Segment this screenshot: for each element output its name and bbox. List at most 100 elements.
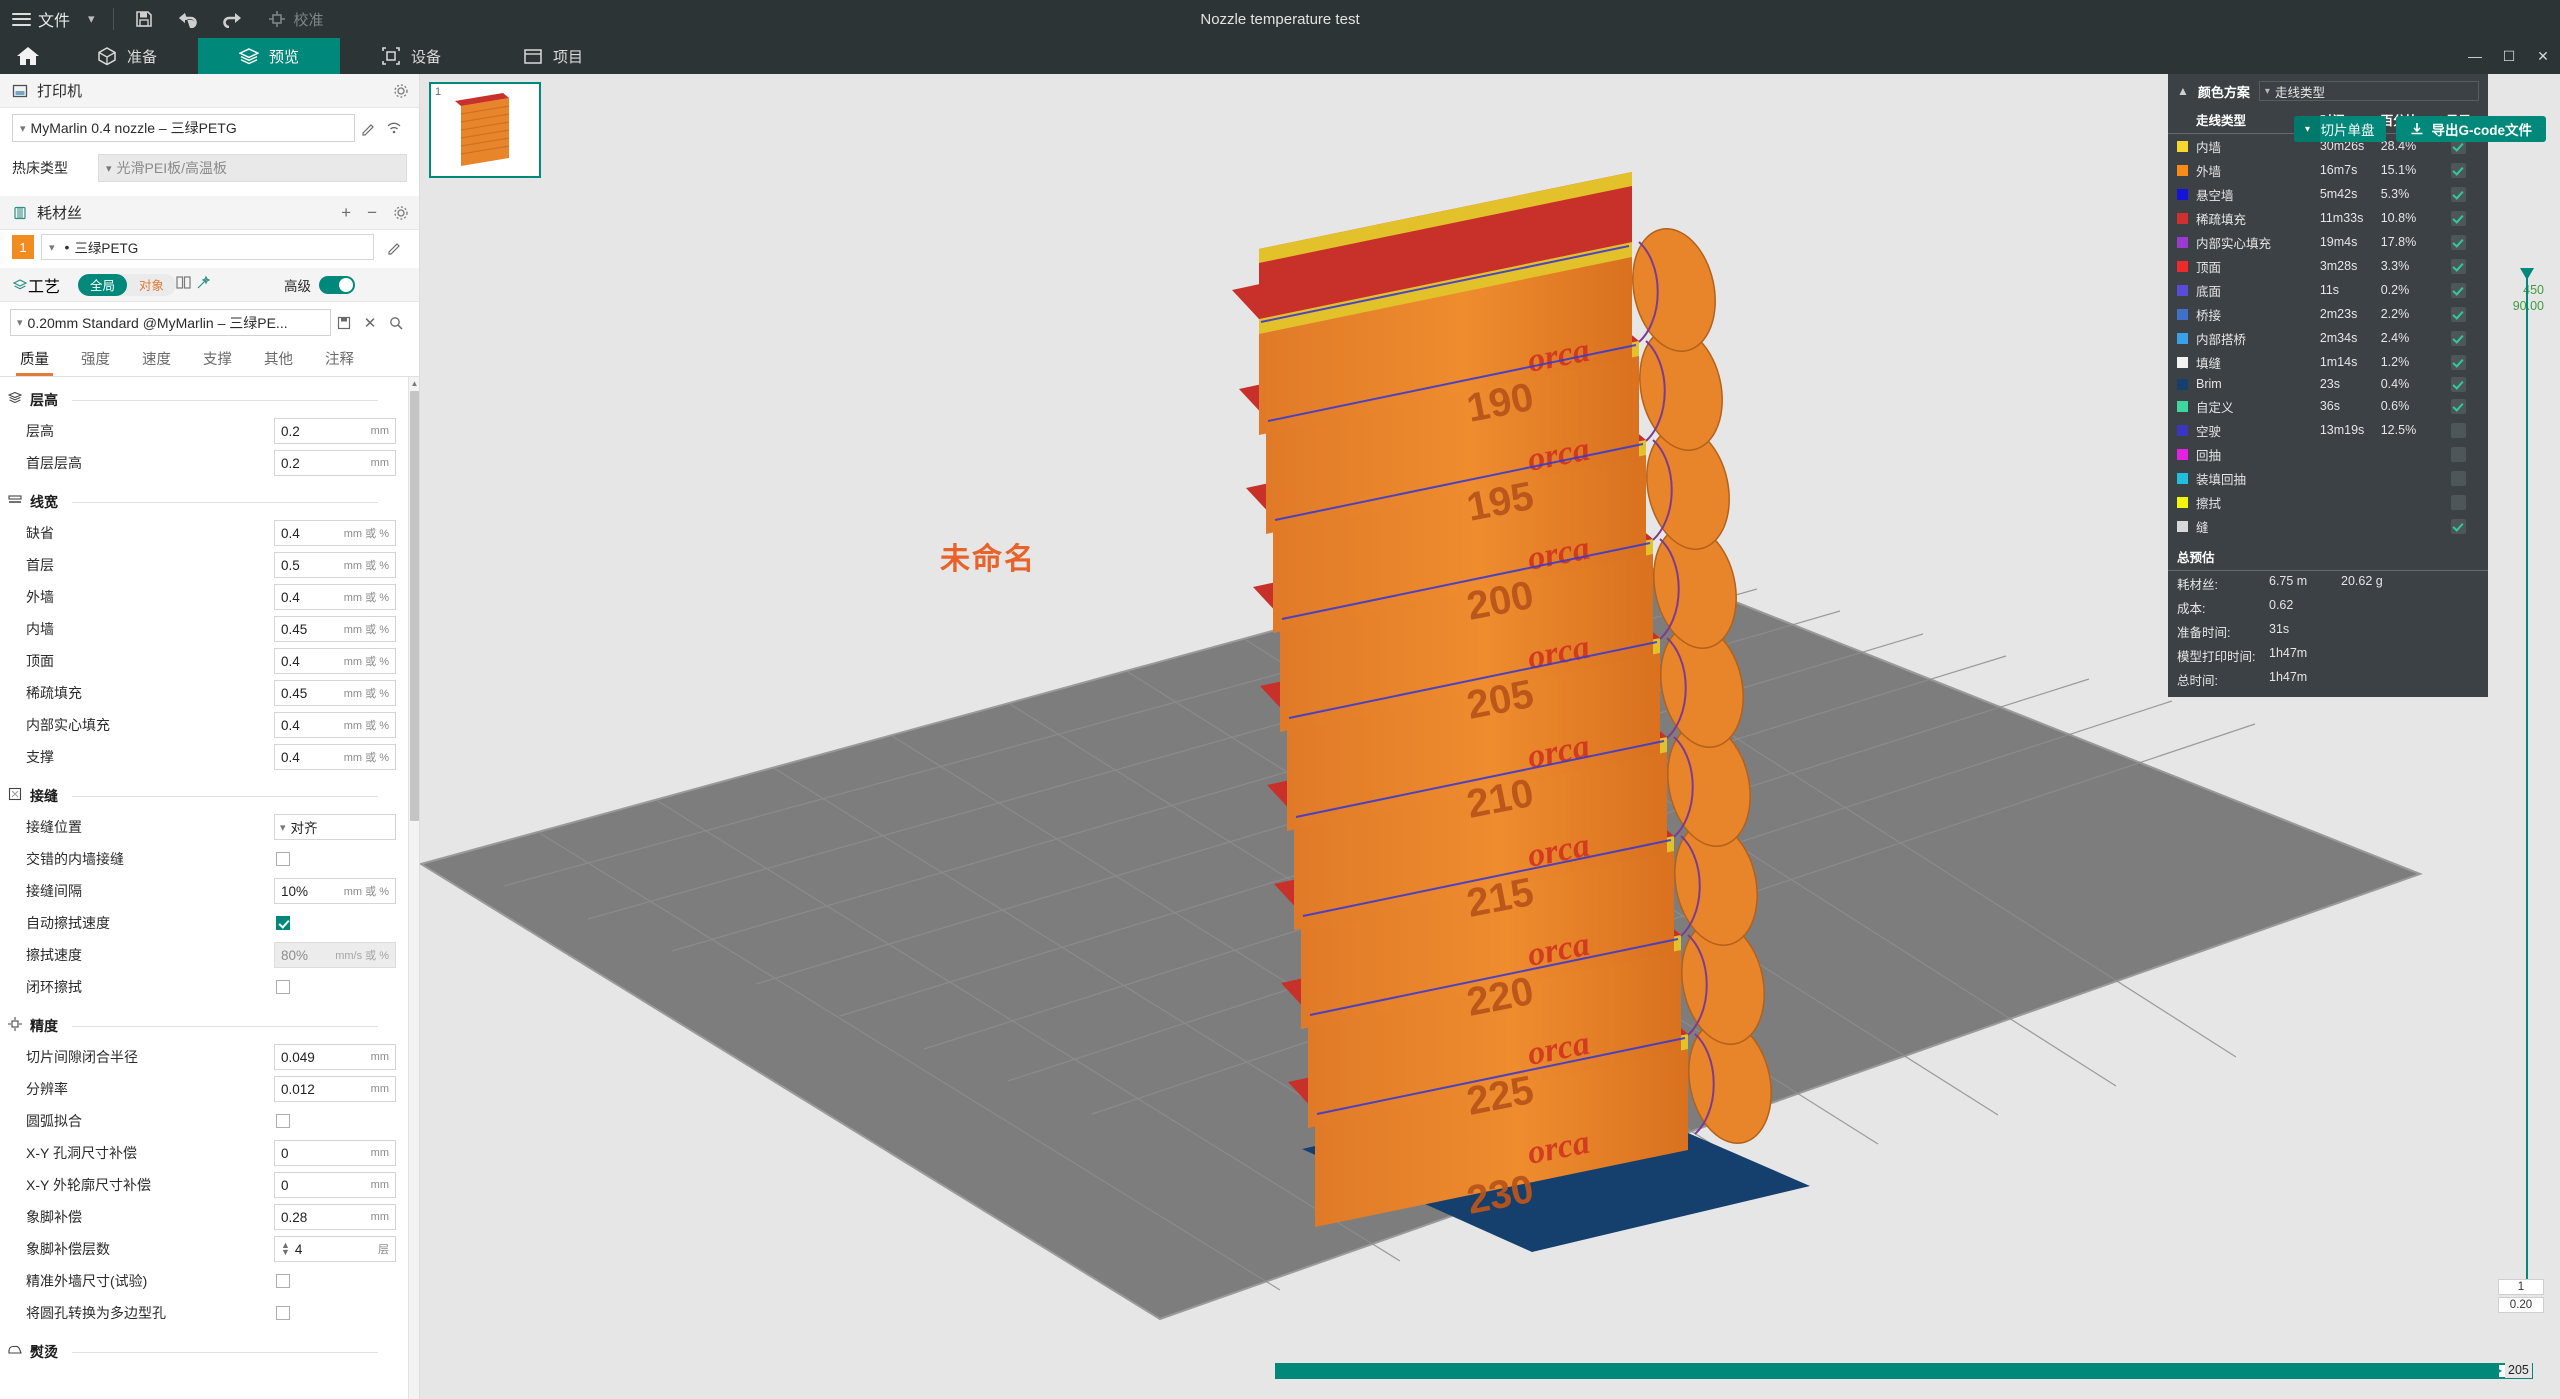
view-type-combo[interactable]: ▾ 走线类型	[2258, 81, 2479, 101]
legend-row-visibility-checkbox[interactable]	[2450, 376, 2466, 392]
setting-spinner[interactable]: ▲ ▼ 4 层	[274, 1236, 396, 1262]
move-slider-handle[interactable]	[2488, 1363, 2502, 1379]
legend-row[interactable]: 回抽	[2168, 442, 2488, 466]
chevron-down-icon[interactable]: ▾	[2294, 116, 2321, 142]
tab-notes[interactable]: 注释	[309, 348, 370, 376]
tab-preview[interactable]: 预览	[198, 38, 340, 74]
legend-row[interactable]: 擦拭	[2168, 490, 2488, 514]
legend-row[interactable]: 缝	[2168, 514, 2488, 538]
legend-row-visibility-checkbox[interactable]	[2450, 234, 2466, 250]
legend-row-visibility-checkbox[interactable]	[2450, 162, 2466, 178]
legend-row[interactable]: 外墙 16m7s 15.1%	[2168, 158, 2488, 182]
remove-filament-button[interactable]: −	[367, 204, 377, 221]
legend-row-visibility-checkbox[interactable]	[2450, 186, 2466, 202]
scope-global-pill[interactable]: 全局	[78, 273, 128, 296]
printer-wifi-icon[interactable]	[381, 121, 407, 135]
setting-checkbox[interactable]	[276, 1114, 290, 1128]
file-menu-button[interactable]: 文件	[0, 0, 82, 38]
legend-row-visibility-checkbox[interactable]	[2450, 354, 2466, 370]
bed-type-combo[interactable]: ▾ 光滑PEI板/高温板	[98, 154, 407, 182]
legend-row[interactable]: 稀疏填充 11m33s 10.8%	[2168, 206, 2488, 230]
legend-row-visibility-checkbox[interactable]	[2450, 330, 2466, 346]
setting-input[interactable]: 0.2 mm	[274, 450, 396, 476]
slice-plate-button[interactable]: ▾ 切片单盘	[2294, 116, 2387, 142]
legend-row-visibility-checkbox[interactable]	[2450, 210, 2466, 226]
maximize-button[interactable]: ☐	[2492, 38, 2526, 74]
gear-icon[interactable]	[393, 83, 409, 99]
advanced-toggle[interactable]	[319, 275, 355, 294]
legend-row[interactable]: 装填回抽	[2168, 466, 2488, 490]
legend-row-visibility-checkbox[interactable]	[2450, 494, 2466, 510]
legend-row-visibility-checkbox[interactable]	[2450, 306, 2466, 322]
legend-row-visibility-checkbox[interactable]	[2450, 258, 2466, 274]
calibration-button[interactable]: 校准	[254, 9, 338, 30]
preset-search-icon[interactable]	[383, 316, 409, 330]
setting-input[interactable]: 10% mm 或 %	[274, 878, 396, 904]
legend-row-visibility-checkbox[interactable]	[2450, 422, 2466, 438]
setting-combo[interactable]: ▾ 对齐	[274, 814, 396, 840]
minimize-button[interactable]: —	[2458, 38, 2492, 74]
3d-viewport[interactable]: 230 225 220 215 210 205 200 195 190 orca…	[420, 74, 2560, 1399]
filament-index[interactable]: 1	[12, 235, 34, 259]
legend-row[interactable]: 内部实心填充 19m4s 17.8%	[2168, 230, 2488, 254]
setting-input[interactable]: 0.4 mm 或 %	[274, 520, 396, 546]
printer-preset-combo[interactable]: ▾ MyMarlin 0.4 nozzle – 三绿PETG	[12, 114, 355, 142]
plate-thumbnail[interactable]: 1	[429, 82, 541, 178]
legend-row[interactable]: 自定义 36s 0.6%	[2168, 394, 2488, 418]
printer-edit-icon[interactable]	[355, 121, 381, 136]
magic-icon[interactable]	[196, 275, 211, 290]
setting-input[interactable]: 0.4 mm 或 %	[274, 584, 396, 610]
legend-row[interactable]: Brim 23s 0.4%	[2168, 374, 2488, 394]
home-tab[interactable]	[0, 38, 56, 74]
tab-prepare[interactable]: 准备	[56, 38, 198, 74]
filament-combo[interactable]: ▾ • 三绿PETG	[41, 234, 374, 260]
close-button[interactable]: ✕	[2526, 38, 2560, 74]
tab-strength[interactable]: 强度	[65, 348, 126, 376]
chevron-down-icon[interactable]: ▾	[82, 11, 105, 27]
setting-input[interactable]: 0.45 mm 或 %	[274, 680, 396, 706]
legend-row[interactable]: 底面 11s 0.2%	[2168, 278, 2488, 302]
setting-input[interactable]: 0.28 mm	[274, 1204, 396, 1230]
legend-row-visibility-checkbox[interactable]	[2450, 398, 2466, 414]
setting-input[interactable]: 0.4 mm 或 %	[274, 648, 396, 674]
legend-row-visibility-checkbox[interactable]	[2450, 470, 2466, 486]
save-icon[interactable]	[122, 0, 166, 38]
collapse-icon[interactable]: ▲	[2177, 84, 2189, 98]
scrollbar-thumb[interactable]	[410, 391, 419, 821]
setting-input[interactable]: 0.5 mm 或 %	[274, 552, 396, 578]
move-slider-horizontal[interactable]: 205	[420, 1347, 2560, 1399]
tab-support[interactable]: 支撑	[187, 348, 248, 376]
scroll-up-arrow[interactable]: ▲	[409, 377, 419, 390]
setting-checkbox[interactable]	[276, 1306, 290, 1320]
legend-row-visibility-checkbox[interactable]	[2450, 446, 2466, 462]
legend-row-visibility-checkbox[interactable]	[2450, 518, 2466, 534]
legend-row[interactable]: 悬空墙 5m42s 5.3%	[2168, 182, 2488, 206]
tab-others[interactable]: 其他	[248, 348, 309, 376]
legend-row[interactable]: 空驶 13m19s 12.5%	[2168, 418, 2488, 442]
tab-project[interactable]: 项目	[482, 38, 624, 74]
legend-row[interactable]: 顶面 3m28s 3.3%	[2168, 254, 2488, 278]
setting-input[interactable]: 0.4 mm 或 %	[274, 744, 396, 770]
add-filament-button[interactable]: +	[341, 204, 351, 221]
redo-icon[interactable]	[210, 0, 254, 38]
undo-icon[interactable]	[166, 0, 210, 38]
tab-device[interactable]: 设备	[340, 38, 482, 74]
layer-slider-vertical[interactable]	[2520, 268, 2534, 1294]
setting-input[interactable]: 0.4 mm 或 %	[274, 712, 396, 738]
setting-input[interactable]: 0.012 mm	[274, 1076, 396, 1102]
setting-checkbox[interactable]	[276, 916, 290, 930]
filament-edit-icon[interactable]	[381, 240, 407, 255]
setting-checkbox[interactable]	[276, 852, 290, 866]
setting-input[interactable]: 0.049 mm	[274, 1044, 396, 1070]
compare-icon[interactable]	[176, 275, 191, 290]
setting-input[interactable]: 0.2 mm	[274, 418, 396, 444]
setting-input[interactable]: 80% mm/s 或 %	[274, 942, 396, 968]
export-gcode-button[interactable]: 导出G-code文件	[2396, 116, 2546, 142]
legend-row[interactable]: 填缝 1m14s 1.2%	[2168, 350, 2488, 374]
layer-slider-top-handle[interactable]	[2520, 268, 2534, 280]
tab-quality[interactable]: 质量	[4, 348, 65, 376]
scope-object-pill[interactable]: 对象	[127, 274, 176, 296]
settings-scrollbar[interactable]: ▲ ▼	[408, 377, 419, 1399]
move-slider-track[interactable]	[1275, 1363, 2533, 1379]
legend-row[interactable]: 桥接 2m23s 2.2%	[2168, 302, 2488, 326]
